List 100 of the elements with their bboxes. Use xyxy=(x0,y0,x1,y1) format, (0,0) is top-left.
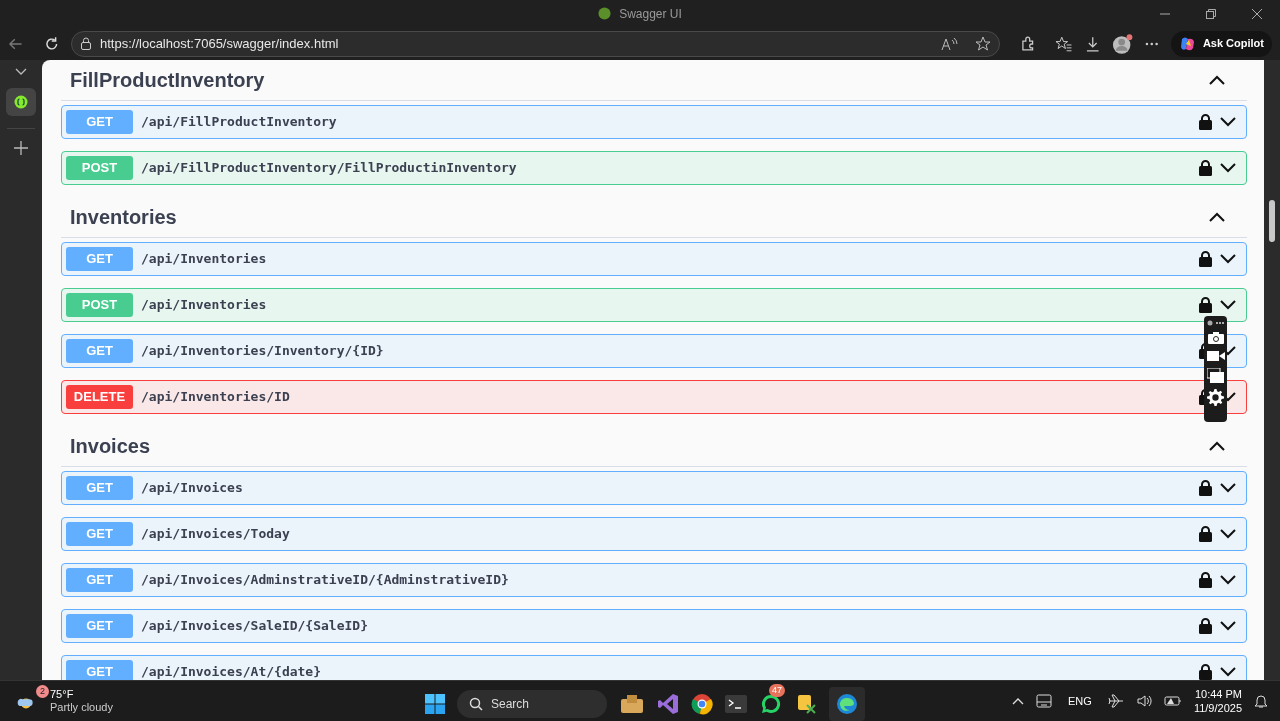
ask-copilot-button[interactable]: Ask Copilot xyxy=(1170,30,1272,57)
favorite-star-icon[interactable] xyxy=(974,35,991,52)
chevron-down-icon[interactable] xyxy=(1220,300,1236,310)
endpoint-path: /api/Invoices xyxy=(141,479,244,498)
method-badge: GET xyxy=(66,614,133,638)
section-header[interactable]: Invoices xyxy=(61,426,1247,467)
operation-row[interactable]: GET /api/Invoices/At/{date} xyxy=(61,655,1247,680)
taskbar-search-field[interactable]: Search xyxy=(457,690,607,718)
operation-row[interactable]: GET /api/Invoices/AdminstrativeID/{AdminstrativeID} xyxy=(61,563,1247,597)
lock-icon[interactable] xyxy=(1199,480,1212,496)
profile-avatar-icon[interactable] xyxy=(1112,32,1134,55)
method-badge: GET xyxy=(66,522,133,546)
whatsapp-icon[interactable] xyxy=(759,692,783,716)
chevron-down-icon[interactable] xyxy=(1220,483,1236,493)
operation-row[interactable]: GET /api/Invoices xyxy=(61,471,1247,505)
lock-icon[interactable] xyxy=(1199,251,1212,267)
chevron-up-icon[interactable] xyxy=(1209,75,1225,85)
terminal-icon[interactable] xyxy=(725,695,747,713)
edge-taskbar-button[interactable] xyxy=(829,687,865,721)
lock-icon[interactable] xyxy=(1199,664,1212,680)
notification-bell-icon[interactable] xyxy=(1254,693,1268,709)
tools-app-icon[interactable] xyxy=(795,693,817,715)
windows-icon[interactable] xyxy=(1207,368,1224,383)
restore-icon[interactable] xyxy=(1206,8,1216,19)
url-text: https://localhost:7065/swagger/index.html xyxy=(100,34,340,53)
lock-icon[interactable] xyxy=(1199,297,1212,313)
camera-icon[interactable] xyxy=(1207,332,1224,344)
temperature-text: 75°F xyxy=(50,688,75,701)
section-title: Inventories xyxy=(70,205,178,230)
endpoint-path: /api/Inventories/ID xyxy=(141,388,291,407)
battery-icon[interactable] xyxy=(1163,693,1182,709)
keyboard-icon[interactable] xyxy=(1036,694,1053,708)
method-badge: GET xyxy=(66,476,133,500)
download-icon[interactable] xyxy=(1084,35,1100,52)
collapse-chevron-icon[interactable] xyxy=(15,68,27,76)
operation-row[interactable]: POST /api/FillProductInventory/FillProductinInventory xyxy=(61,151,1247,185)
lock-icon[interactable] xyxy=(1199,526,1212,542)
section-header[interactable]: FillProductInventory xyxy=(61,60,1247,101)
volume-icon[interactable] xyxy=(1135,693,1152,709)
method-badge: POST xyxy=(66,293,133,317)
visual-studio-icon[interactable] xyxy=(657,693,679,715)
lock-icon[interactable] xyxy=(1199,618,1212,634)
method-badge: GET xyxy=(66,110,133,134)
operation-row[interactable]: GET /api/Inventories/Inventory/{ID} xyxy=(61,334,1247,368)
search-input[interactable]: Search xyxy=(491,695,581,713)
endpoint-path: /api/Inventories/Inventory/{ID} xyxy=(141,342,385,361)
favorites-icon[interactable] xyxy=(1055,35,1073,52)
section-header[interactable]: Inventories xyxy=(61,197,1247,238)
read-aloud-icon[interactable] xyxy=(940,36,959,51)
endpoint-path: /api/Inventories xyxy=(141,296,268,315)
swagger-tab-icon[interactable] xyxy=(6,88,36,116)
clock-date[interactable]: 11/9/2025 xyxy=(1193,701,1242,715)
edge-browser-icon xyxy=(836,693,858,715)
gear-icon[interactable] xyxy=(1207,389,1224,406)
chevron-down-icon[interactable] xyxy=(1220,117,1236,127)
lock-icon[interactable] xyxy=(1199,160,1212,176)
operation-row[interactable]: GET /api/FillProductInventory xyxy=(61,105,1247,139)
airplane-icon[interactable] xyxy=(1107,693,1124,709)
scrollbar-thumb[interactable] xyxy=(1269,200,1275,242)
address-field[interactable]: https://localhost:7065/swagger/index.html xyxy=(71,30,1000,57)
notification-badge: 47 xyxy=(769,684,785,697)
endpoint-path: /api/Invoices/Today xyxy=(141,525,291,544)
method-badge: GET xyxy=(66,568,133,592)
weather-condition-text: Partly cloudy xyxy=(50,701,113,714)
chevron-down-icon[interactable] xyxy=(1220,529,1236,539)
notification-badge: 2 xyxy=(36,685,49,698)
endpoint-path: /api/Inventories xyxy=(141,250,268,269)
lock-icon[interactable] xyxy=(1199,572,1212,588)
chevron-down-icon[interactable] xyxy=(1220,621,1236,631)
operation-row[interactable]: DELETE /api/Inventories/ID xyxy=(61,380,1247,414)
chevron-down-icon[interactable] xyxy=(1220,575,1236,585)
add-icon[interactable] xyxy=(14,141,28,155)
lock-icon[interactable] xyxy=(1199,114,1212,130)
chevron-down-icon[interactable] xyxy=(1220,254,1236,264)
operation-row[interactable]: GET /api/Invoices/SaleID/{SaleID} xyxy=(61,609,1247,643)
operation-row[interactable]: GET /api/Inventories xyxy=(61,242,1247,276)
more-icon[interactable] xyxy=(1145,41,1159,46)
extensions-icon[interactable] xyxy=(1019,35,1036,52)
toolbar-menu-icon[interactable] xyxy=(1206,320,1225,326)
search-icon xyxy=(469,697,483,711)
chevron-up-icon[interactable] xyxy=(1209,441,1225,451)
method-badge: POST xyxy=(66,156,133,180)
chevron-up-icon[interactable] xyxy=(1209,212,1225,222)
operation-row[interactable]: POST /api/Inventories xyxy=(61,288,1247,322)
method-badge: GET xyxy=(66,339,133,363)
windows-start-icon[interactable] xyxy=(425,694,445,714)
chevron-down-icon[interactable] xyxy=(1220,163,1236,173)
endpoint-path: /api/Invoices/SaleID/{SaleID} xyxy=(141,617,369,636)
endpoint-path: /api/FillProductInventory/FillProductinInventory xyxy=(141,159,518,178)
chrome-icon[interactable] xyxy=(691,693,713,715)
refresh-icon[interactable] xyxy=(43,35,59,52)
chevron-down-icon[interactable] xyxy=(1220,667,1236,677)
video-camera-icon[interactable] xyxy=(1206,350,1225,362)
operation-row[interactable]: GET /api/Invoices/Today xyxy=(61,517,1247,551)
folder-app-icon[interactable] xyxy=(619,693,645,715)
language-indicator[interactable]: ENG xyxy=(1068,692,1092,710)
section-title: Invoices xyxy=(70,434,152,459)
close-icon[interactable] xyxy=(1252,8,1262,19)
method-badge: GET xyxy=(66,660,133,680)
clock-time[interactable]: 10:44 PM xyxy=(1194,687,1242,701)
